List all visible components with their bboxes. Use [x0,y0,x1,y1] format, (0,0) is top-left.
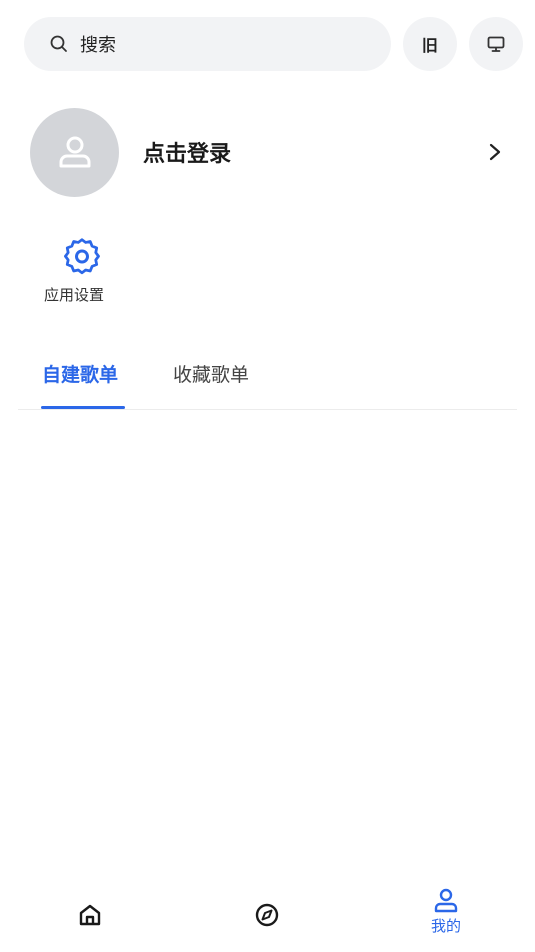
user-icon [59,136,90,168]
top-bar: 搜索 旧 [24,17,524,71]
nav-discover[interactable] [237,902,297,928]
chevron-right-icon[interactable] [485,142,505,162]
avatar[interactable] [30,107,119,197]
tab-indicator [41,406,125,409]
my-page: 搜索 旧 点击登录 应用设置 自建歌单 收藏歌单 我的 [0,0,535,952]
search-bar[interactable]: 搜索 [24,17,392,71]
nav-mine[interactable]: 我的 [416,887,476,936]
tab-favorite-playlists[interactable]: 收藏歌单 [173,360,249,387]
old-version-label: 旧 [421,36,439,55]
search-icon [50,35,67,52]
playlist-tabs: 自建歌单 收藏歌单 [18,360,517,410]
nav-mine-label: 我的 [430,917,461,935]
nav-home[interactable] [60,902,120,928]
old-version-button[interactable]: 旧 [403,17,458,71]
desktop-button[interactable] [469,17,524,71]
app-settings-button[interactable]: 应用设置 [38,236,124,305]
home-icon [79,904,101,926]
login-label[interactable]: 点击登录 [143,136,485,168]
tab-created-playlists[interactable]: 自建歌单 [42,360,118,387]
gear-icon [64,238,100,275]
bottom-nav: 我的 [0,882,535,952]
user-icon [434,888,458,913]
login-row[interactable]: 点击登录 [30,107,505,197]
compass-icon [255,903,279,927]
search-label: 搜索 [80,35,116,56]
monitor-icon [487,36,505,52]
settings-label: 应用设置 [44,286,105,304]
